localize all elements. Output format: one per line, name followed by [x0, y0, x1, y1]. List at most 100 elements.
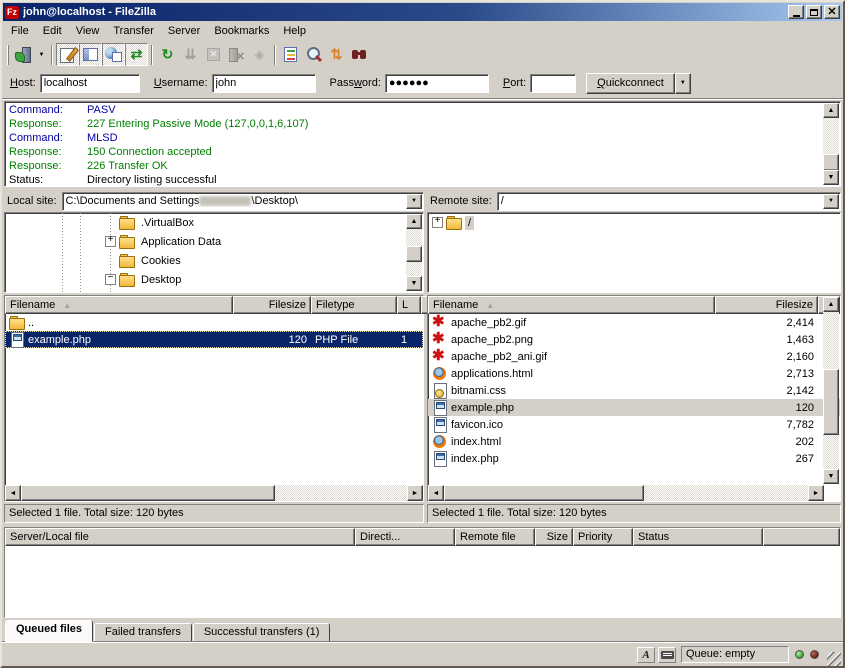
queue-column-header-status[interactable]: Status — [633, 528, 763, 546]
column-header-filename[interactable]: Filename▲ — [428, 296, 715, 314]
scroll-thumb[interactable] — [823, 369, 839, 435]
column-header-filesize[interactable]: Filesize — [715, 296, 818, 314]
queue-column-header-directi[interactable]: Directi... — [355, 528, 455, 546]
scroll-down-button[interactable]: ▼ — [823, 469, 839, 484]
titlebar: Fz john@localhost - FileZilla ✕ — [3, 3, 842, 21]
php-file-icon — [432, 400, 448, 415]
file-row[interactable]: bitnami.css2,142 — [428, 382, 840, 399]
file-row[interactable]: applications.html2,713 — [428, 365, 840, 382]
toggle-remote-tree-button[interactable] — [102, 43, 125, 66]
toggle-transfer-queue-button[interactable] — [125, 43, 148, 66]
local-hscrollbar[interactable]: ◄ ► — [5, 485, 423, 501]
find-files-button[interactable] — [348, 43, 371, 66]
scroll-left-button[interactable]: ◄ — [5, 485, 21, 501]
local-status-line: Selected 1 file. Total size: 120 bytes — [4, 504, 424, 523]
scroll-thumb[interactable] — [444, 485, 644, 501]
tree-item[interactable]: .VirtualBox — [5, 213, 423, 232]
menu-item-view[interactable]: View — [69, 23, 107, 39]
scroll-up-button[interactable]: ▲ — [406, 214, 422, 229]
resize-grip[interactable] — [827, 652, 841, 666]
quickconnect-dropdown-button[interactable]: ▼ — [675, 73, 691, 94]
expand-icon[interactable]: + — [432, 217, 443, 228]
menu-item-server[interactable]: Server — [161, 23, 207, 39]
port-input[interactable] — [530, 74, 576, 93]
reconnect-icon — [251, 46, 268, 63]
local-path-dropdown-button[interactable]: ▼ — [406, 194, 422, 209]
local-tree-scrollbar[interactable]: ▲ ▼ — [406, 214, 422, 291]
compare-directories-button[interactable] — [302, 43, 325, 66]
scroll-down-button[interactable]: ▼ — [823, 170, 839, 185]
scroll-down-button[interactable]: ▼ — [406, 276, 422, 291]
file-row[interactable]: index.html202 — [428, 433, 840, 450]
remote-hscrollbar[interactable]: ◄ ► — [428, 485, 824, 501]
remote-path-dropdown-button[interactable]: ▼ — [823, 194, 839, 209]
speed-limit-indicator[interactable] — [658, 647, 676, 663]
remote-status-line: Selected 1 file. Total size: 120 bytes — [427, 504, 841, 523]
file-row[interactable]: apache_pb2.gif2,414 — [428, 314, 840, 331]
scroll-thumb[interactable] — [21, 485, 275, 501]
scroll-thumb[interactable] — [823, 154, 839, 171]
queue-column-header-remote-file[interactable]: Remote file — [455, 528, 535, 546]
log-scrollbar[interactable]: ▲ ▼ — [823, 103, 839, 185]
tree-item[interactable]: −Desktop — [5, 270, 423, 289]
toggle-local-tree-button[interactable] — [79, 43, 102, 66]
maximize-button[interactable] — [806, 5, 822, 19]
tab-failed-transfers[interactable]: Failed transfers — [94, 623, 192, 642]
tab-successful-transfers-1[interactable]: Successful transfers (1) — [193, 623, 331, 642]
scroll-up-button[interactable]: ▲ — [823, 297, 839, 312]
file-row[interactable]: apache_pb2.png1,463 — [428, 331, 840, 348]
refresh-button[interactable] — [156, 43, 179, 66]
menu-item-transfer[interactable]: Transfer — [106, 23, 161, 39]
queue-column-header-priority[interactable]: Priority — [573, 528, 633, 546]
password-label: Password: — [330, 77, 381, 89]
file-row[interactable]: favicon.ico7,782 — [428, 416, 840, 433]
column-header-filename[interactable]: Filename▲ — [5, 296, 233, 314]
file-row[interactable]: apache_pb2_ani.gif2,160 — [428, 348, 840, 365]
transfer-type-indicator[interactable]: A — [637, 647, 655, 663]
file-cell-name: index.php — [428, 450, 715, 467]
remote-path-combo[interactable]: / ▼ — [497, 192, 841, 211]
column-header-filetype[interactable]: Filetype — [311, 296, 397, 314]
synchronized-browsing-button[interactable] — [325, 43, 348, 66]
expand-icon[interactable]: + — [105, 236, 116, 247]
column-header-filesize[interactable]: Filesize — [233, 296, 311, 314]
queue-column-header-server-local-file[interactable]: Server/Local file — [5, 528, 355, 546]
tree-item[interactable]: +/ — [428, 213, 840, 232]
menu-item-bookmarks[interactable]: Bookmarks — [207, 23, 276, 39]
tree-item[interactable]: Cookies — [5, 251, 423, 270]
column-header-l[interactable]: L — [397, 296, 421, 314]
menu-item-file[interactable]: File — [4, 23, 36, 39]
menu-item-help[interactable]: Help — [276, 23, 313, 39]
password-input[interactable] — [385, 74, 489, 93]
tree-item-label: Cookies — [138, 254, 184, 268]
scroll-right-button[interactable]: ► — [407, 485, 423, 501]
tree-item[interactable]: +Application Data — [5, 232, 423, 251]
site-manager-dropdown-button[interactable]: ▼ — [35, 43, 48, 66]
local-path-combo[interactable]: C:\Documents and Settings\Desktop\ ▼ — [62, 192, 424, 211]
file-row[interactable]: index.php267 — [428, 450, 840, 467]
synchronized-browsing-icon — [328, 46, 345, 63]
tab-queued-files[interactable]: Queued files — [5, 620, 93, 642]
app-icon[interactable]: Fz — [5, 6, 19, 19]
cancel-operation-icon — [205, 46, 222, 63]
site-manager-button[interactable] — [12, 43, 35, 66]
file-row[interactable]: example.php120 — [428, 399, 840, 416]
minimize-button[interactable] — [788, 5, 804, 19]
scroll-right-button[interactable]: ► — [808, 485, 824, 501]
scroll-left-button[interactable]: ◄ — [428, 485, 444, 501]
remote-vscrollbar[interactable]: ▲ ▼ — [823, 297, 839, 484]
quickconnect-button[interactable]: Quickconnect — [586, 73, 675, 94]
file-row[interactable]: example.php120PHP File1 — [5, 331, 423, 348]
collapse-icon[interactable]: − — [105, 274, 116, 285]
username-input[interactable] — [212, 74, 316, 93]
file-cell-size: 2,160 — [715, 348, 818, 365]
menu-item-edit[interactable]: Edit — [36, 23, 69, 39]
toggle-message-log-button[interactable] — [56, 43, 79, 66]
scroll-thumb[interactable] — [406, 246, 422, 262]
file-row[interactable]: .. — [5, 314, 423, 331]
host-input[interactable] — [40, 74, 140, 93]
scroll-up-button[interactable]: ▲ — [823, 103, 839, 118]
close-button[interactable]: ✕ — [824, 5, 840, 19]
queue-column-header-size[interactable]: Size — [535, 528, 573, 546]
filename-filters-button[interactable] — [279, 43, 302, 66]
